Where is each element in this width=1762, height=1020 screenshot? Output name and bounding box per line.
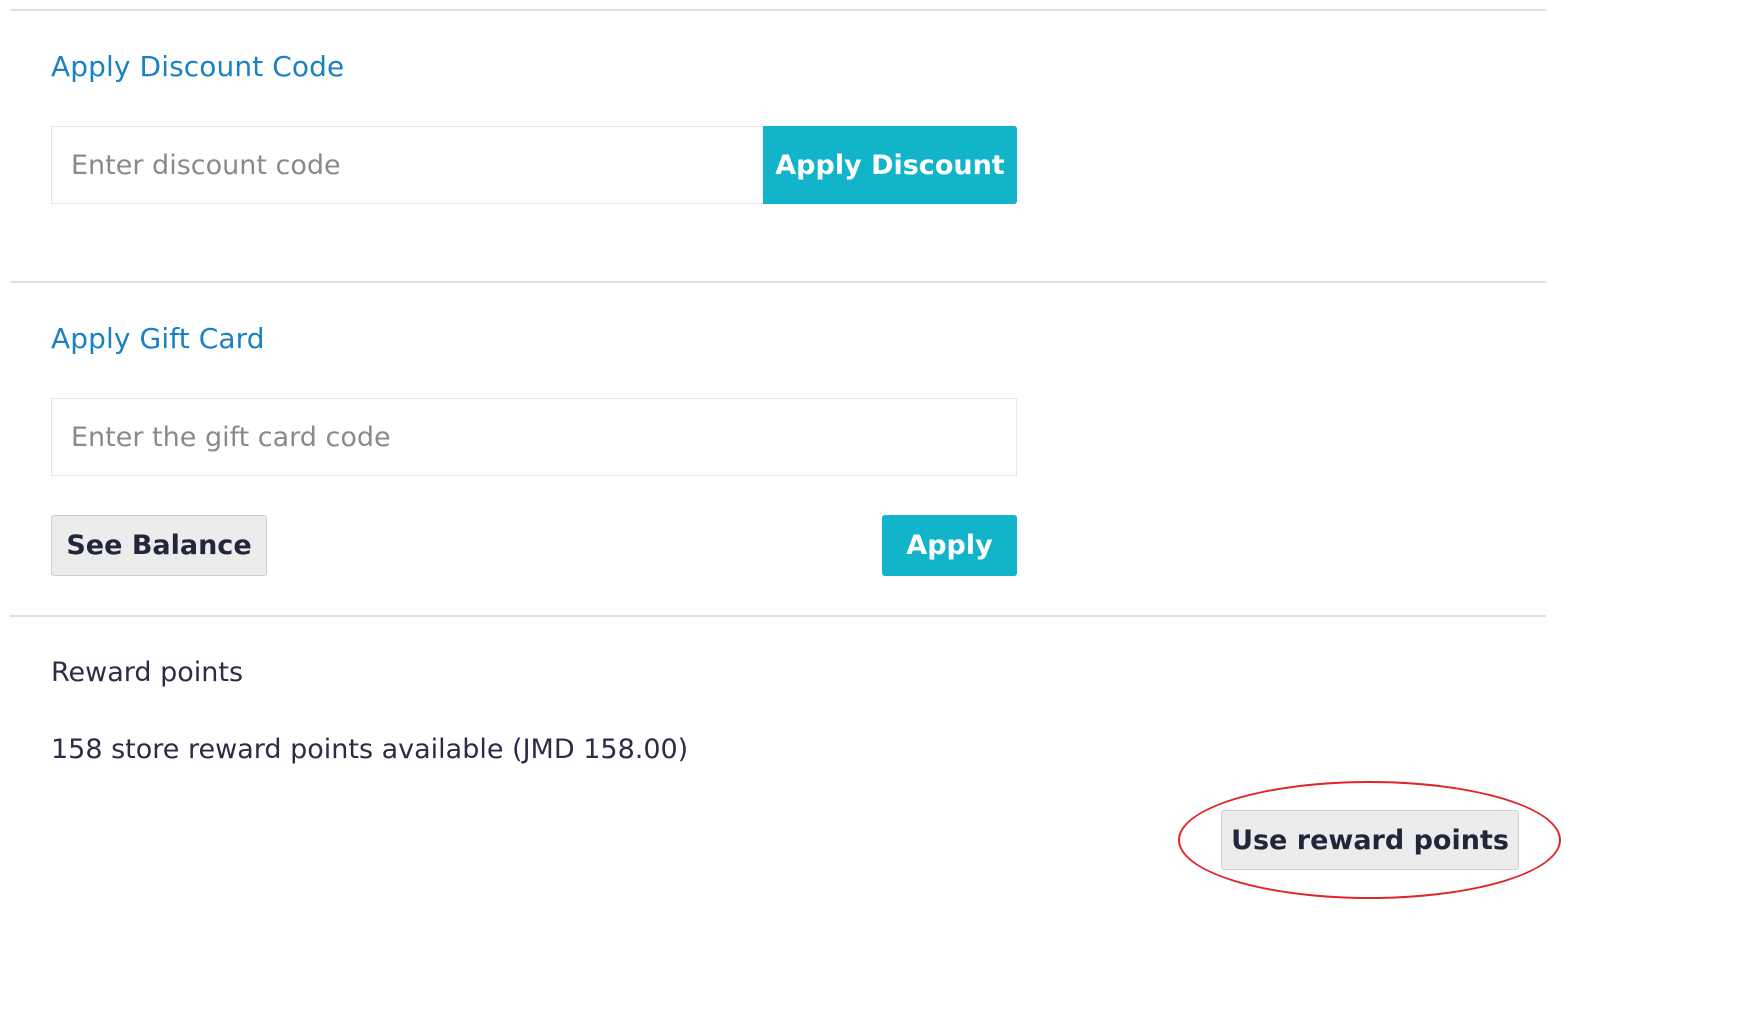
apply-discount-button[interactable]: Apply Discount bbox=[763, 126, 1017, 204]
discount-section-title: Apply Discount Code bbox=[51, 50, 345, 83]
gift-card-section-divider bbox=[10, 615, 1546, 617]
gift-card-code-input[interactable] bbox=[51, 398, 1017, 476]
top-divider bbox=[10, 9, 1546, 11]
apply-gift-card-button[interactable]: Apply bbox=[882, 515, 1017, 576]
reward-points-title: Reward points bbox=[51, 657, 244, 688]
gift-card-section-title: Apply Gift Card bbox=[51, 322, 265, 355]
reward-points-available-text: 158 store reward points available (JMD 1… bbox=[51, 734, 689, 765]
discount-code-input[interactable] bbox=[51, 126, 764, 204]
discount-section-divider bbox=[10, 281, 1546, 283]
see-balance-button[interactable]: See Balance bbox=[51, 515, 267, 576]
use-reward-points-button[interactable]: Use reward points bbox=[1221, 810, 1519, 870]
checkout-discounts-panel: Apply Discount Code Apply Discount Apply… bbox=[0, 0, 1762, 1020]
